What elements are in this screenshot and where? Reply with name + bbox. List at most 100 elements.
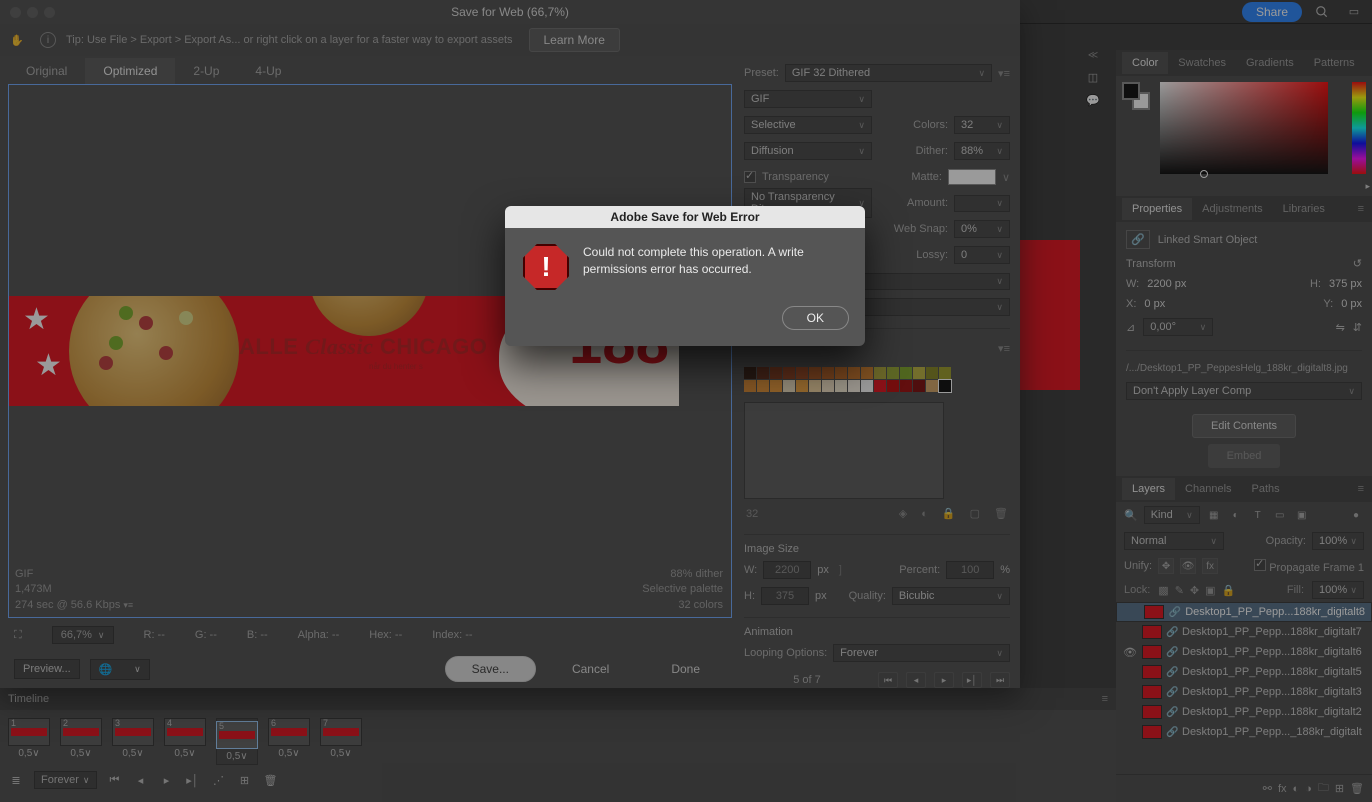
layer-item[interactable]: 🔗Desktop1_PP_Pepp..._188kr_digitalt [1116, 722, 1372, 742]
edit-contents-button[interactable]: Edit Contents [1192, 414, 1296, 438]
convert-timeline-icon[interactable]: ≣ [8, 774, 24, 787]
unify-style-icon[interactable]: fx [1202, 558, 1218, 574]
anim-prev-icon[interactable]: ◂ [906, 672, 926, 688]
dither-amount[interactable]: 88%∨ [954, 142, 1010, 160]
dock-collapse-icon[interactable]: ≪ [1088, 50, 1098, 61]
filter-smart-icon[interactable]: ▣ [1294, 507, 1310, 523]
done-button[interactable]: Done [645, 657, 726, 681]
ct-shift-icon[interactable]: ◐ [921, 508, 928, 520]
ct-eyedrop-icon[interactable]: ◈ [899, 507, 907, 520]
preset-select[interactable]: GIF 32 Dithered∨ [785, 64, 992, 82]
is-w-input[interactable]: 2200 [763, 561, 811, 579]
tab-adjustments[interactable]: Adjustments [1192, 198, 1273, 220]
is-h-input[interactable]: 375 [761, 587, 809, 605]
prop-x[interactable]: 0 px [1144, 298, 1165, 310]
lock-all-icon[interactable]: 🔒 [1222, 584, 1236, 597]
link-dims-icon[interactable]: ] [839, 564, 842, 576]
colors-select[interactable]: 32∨ [954, 116, 1010, 134]
properties-panel-menu-icon[interactable]: ≡ [1350, 203, 1372, 215]
save-button[interactable]: Save... [445, 656, 536, 682]
layer-item[interactable]: 🔗Desktop1_PP_Pepp...188kr_digitalt7 [1116, 622, 1372, 642]
timeline-frame[interactable]: 40,5∨ [164, 718, 206, 765]
unify-visibility-icon[interactable]: 👁 [1180, 558, 1196, 574]
timeline-frame[interactable]: 60,5∨ [268, 718, 310, 765]
unify-position-icon[interactable]: ✥ [1158, 558, 1174, 574]
timeline-loop-select[interactable]: Forever∨ [34, 771, 97, 789]
lock-paint-icon[interactable]: ✎ [1175, 584, 1184, 597]
prop-h[interactable]: 375 px [1329, 278, 1362, 290]
anim-next-icon[interactable]: ▸│ [962, 672, 982, 688]
matte-swatch[interactable] [948, 169, 996, 185]
preview-viewport[interactable]: ★ ★ ★ ALLE Classic CHICAGO når du henter… [8, 84, 732, 618]
flip-v-icon[interactable]: ⇵ [1353, 321, 1362, 334]
new-fill-icon[interactable]: ◑ [1305, 783, 1312, 795]
layer-mask-icon[interactable]: ◐ [1293, 783, 1300, 795]
timeline-frame[interactable]: 10,5∨ [8, 718, 50, 765]
tab-2up[interactable]: 2-Up [175, 58, 237, 84]
filter-kind-icon[interactable]: 🔍 [1124, 509, 1138, 522]
tl-play-icon[interactable]: ▸ [159, 774, 175, 787]
filter-toggle-icon[interactable]: ● [1348, 507, 1364, 523]
tl-delete-icon[interactable]: 🗑 [263, 774, 279, 787]
is-quality-select[interactable]: Bicubic∨ [892, 587, 1010, 605]
tl-first-icon[interactable]: ⏮ [107, 774, 123, 787]
loop-select[interactable]: Forever∨ [833, 644, 1010, 662]
filter-adjust-icon[interactable]: ◐ [1228, 507, 1244, 523]
colortable-menu-icon[interactable]: ▾≡ [998, 342, 1010, 355]
layer-list[interactable]: 🔗Desktop1_PP_Pepp...188kr_digitalt8 🔗Des… [1116, 602, 1372, 774]
zoom-select[interactable]: 66,7%∨ [52, 626, 114, 644]
tab-color[interactable]: Color [1122, 52, 1168, 74]
is-percent-input[interactable]: 100 [946, 561, 994, 579]
hand-tool-icon[interactable]: ✋ [10, 34, 30, 47]
layer-item[interactable]: 🔗Desktop1_PP_Pepp...188kr_digitalt2 [1116, 702, 1372, 722]
blend-mode-select[interactable]: Normal∨ [1124, 532, 1224, 550]
layer-comp-select[interactable]: Don't Apply Layer Comp∨ [1126, 382, 1362, 400]
tab-patterns[interactable]: Patterns [1304, 52, 1365, 74]
cancel-button[interactable]: Cancel [546, 657, 635, 681]
zoom-fit-icon[interactable]: ⛶ [14, 629, 22, 642]
layer-item[interactable]: 👁🔗Desktop1_PP_Pepp...188kr_digitalt6 [1116, 642, 1372, 662]
reduction-select[interactable]: Selective∨ [744, 116, 872, 134]
layer-item[interactable]: 🔗Desktop1_PP_Pepp...188kr_digitalt8 [1116, 602, 1372, 622]
comments-icon[interactable]: 💬 [1086, 94, 1100, 107]
preview-button[interactable]: Preview... [14, 659, 80, 679]
dither-method-select[interactable]: Diffusion∨ [744, 142, 872, 160]
fgbg-swatch[interactable] [1122, 82, 1150, 110]
anim-play-icon[interactable]: ▸ [934, 672, 954, 688]
histogram-icon[interactable]: ◫ [1088, 71, 1098, 84]
search-icon[interactable] [1310, 2, 1334, 22]
link-layers-icon[interactable]: ⚯ [1263, 782, 1272, 795]
angle-input[interactable]: 0,00°∨ [1143, 318, 1213, 336]
new-group-icon[interactable]: 🗀 [1318, 779, 1329, 798]
anim-last-icon[interactable]: ⏭ [990, 672, 1010, 688]
trans-dither-amount[interactable]: ∨ [954, 195, 1010, 212]
timeline-frame[interactable]: 20,5∨ [60, 718, 102, 765]
ok-button[interactable]: OK [782, 306, 849, 330]
layer-item[interactable]: 🔗Desktop1_PP_Pepp...188kr_digitalt5 [1116, 662, 1372, 682]
ct-trash-icon[interactable]: 🗑 [994, 507, 1008, 520]
filter-shape-icon[interactable]: ▭ [1272, 507, 1288, 523]
preset-menu-icon[interactable]: ▾≡ [998, 67, 1010, 80]
lock-nest-icon[interactable]: ▣ [1205, 584, 1215, 597]
tab-libraries[interactable]: Libraries [1273, 198, 1335, 220]
tl-duplicate-icon[interactable]: ⊞ [237, 774, 253, 787]
workspace-icon[interactable]: ▭ [1342, 2, 1366, 22]
tab-paths[interactable]: Paths [1242, 478, 1290, 500]
tab-4up[interactable]: 4-Up [237, 58, 299, 84]
lock-pos-icon[interactable]: ✥ [1190, 584, 1199, 597]
lock-trans-icon[interactable]: ▩ [1158, 584, 1168, 597]
layers-panel-menu-icon[interactable]: ≡ [1350, 483, 1372, 495]
delete-layer-icon[interactable]: 🗑 [1350, 782, 1364, 795]
timeline-frame[interactable]: 30,5∨ [112, 718, 154, 765]
timeline-menu-icon[interactable]: ≡ [1102, 693, 1108, 705]
fill-input[interactable]: 100%∨ [1312, 581, 1364, 599]
color-field[interactable] [1160, 82, 1328, 174]
color-table[interactable] [744, 367, 1010, 392]
browser-preview-select[interactable]: 🌐 ∨ [90, 659, 150, 680]
opacity-input[interactable]: 100%∨ [1312, 532, 1364, 550]
embed-button[interactable]: Embed [1208, 444, 1281, 468]
prop-w[interactable]: 2200 px [1147, 278, 1186, 290]
hue-slider[interactable] [1352, 82, 1366, 174]
tl-tween-icon[interactable]: ⋰ [211, 774, 227, 787]
tl-prev-icon[interactable]: ◂ [133, 774, 149, 787]
